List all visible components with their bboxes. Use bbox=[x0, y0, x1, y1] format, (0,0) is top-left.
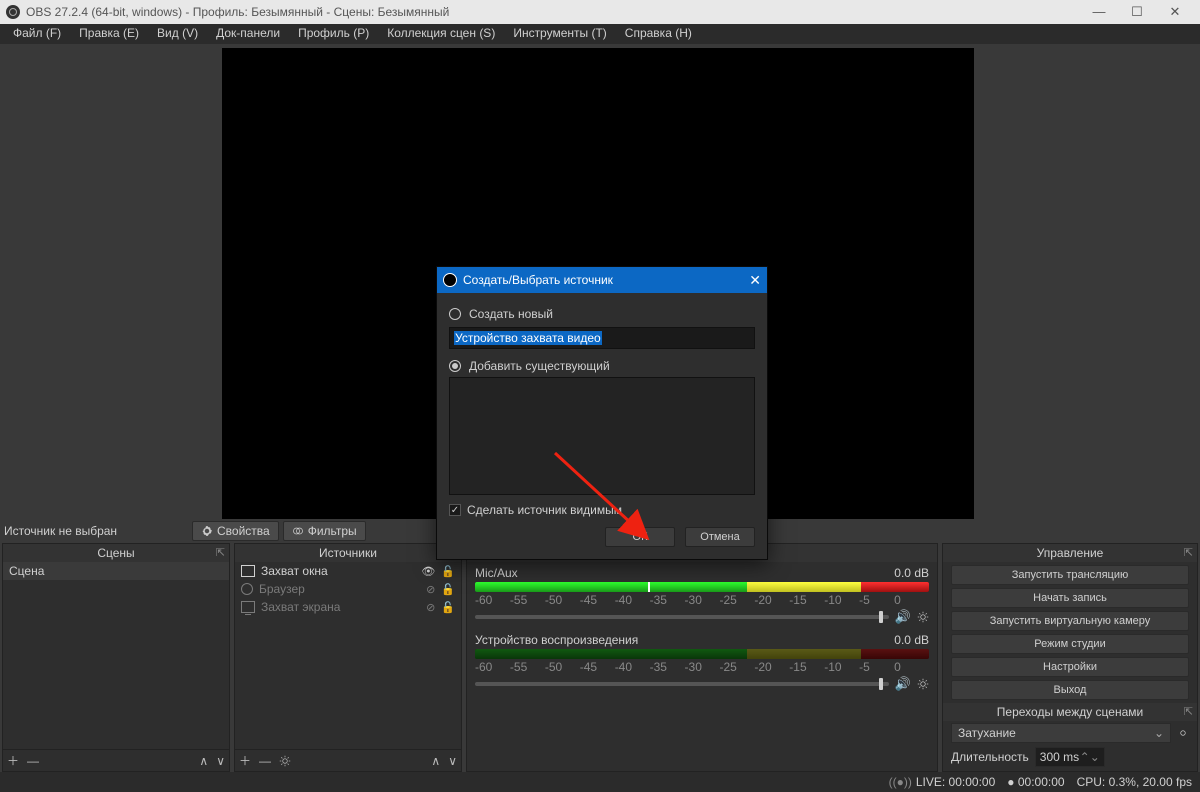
create-source-dialog: Создать/Выбрать источник ✕ Создать новый… bbox=[436, 266, 768, 560]
sources-title: Источники bbox=[319, 546, 377, 560]
globe-icon bbox=[241, 583, 253, 595]
ok-button[interactable]: ОК bbox=[605, 527, 675, 547]
minimize-button[interactable]: — bbox=[1080, 0, 1118, 24]
obs-icon bbox=[443, 273, 457, 287]
speaker-icon[interactable]: 🔊 bbox=[895, 609, 911, 625]
lock-toggle[interactable]: 🔓 bbox=[441, 565, 455, 578]
stepper-icon[interactable]: ⌃⌄ bbox=[1080, 750, 1100, 764]
controls-title: Управление bbox=[1037, 546, 1104, 560]
rec-status: ● 00:00:00 bbox=[1007, 775, 1064, 789]
obs-icon bbox=[6, 5, 20, 19]
audio-meter bbox=[475, 649, 929, 659]
source-down-button[interactable]: ∨ bbox=[448, 754, 457, 768]
remove-scene-button[interactable]: — bbox=[27, 754, 39, 768]
transitions-title: Переходы между сценами bbox=[997, 705, 1143, 719]
source-up-button[interactable]: ∧ bbox=[431, 754, 440, 768]
source-name-input[interactable]: Устройство захвата видео bbox=[449, 327, 755, 349]
close-button[interactable]: ✕ bbox=[1156, 0, 1194, 24]
source-item[interactable]: Захват экрана ⊘ 🔓 bbox=[235, 598, 461, 616]
mixer-channel: Устройство воспроизведения0.0 dB -60-55-… bbox=[467, 629, 937, 696]
make-visible-checkbox[interactable]: ✓ Сделать источник видимым bbox=[449, 503, 755, 517]
create-new-radio[interactable]: Создать новый bbox=[449, 303, 755, 325]
live-status: ((●))LIVE: 00:00:00 bbox=[889, 775, 996, 789]
menu-file[interactable]: Файл (F) bbox=[4, 24, 70, 44]
audio-meter bbox=[475, 582, 929, 592]
window-title: OBS 27.2.4 (64-bit, windows) - Профиль: … bbox=[26, 5, 449, 19]
undock-icon[interactable]: ⇱ bbox=[1184, 546, 1193, 559]
remove-source-button[interactable]: — bbox=[259, 754, 271, 768]
cpu-status: CPU: 0.3%, 20.00 fps bbox=[1077, 775, 1192, 789]
maximize-button[interactable]: ☐ bbox=[1118, 0, 1156, 24]
duration-label: Длительность bbox=[951, 750, 1029, 764]
channel-name: Mic/Aux bbox=[475, 566, 894, 580]
audio-mixer-dock: ⇱ Mic/Aux0.0 dB -60-55-50-45-40-35-30-25… bbox=[466, 543, 938, 772]
statusbar: ((●))LIVE: 00:00:00 ● 00:00:00 CPU: 0.3%… bbox=[0, 772, 1200, 792]
properties-button[interactable]: Свойства bbox=[192, 521, 279, 541]
visibility-toggle[interactable]: ⊘ bbox=[426, 601, 435, 614]
scene-down-button[interactable]: ∨ bbox=[216, 754, 225, 768]
controls-dock: Управление ⇱ Запустить трансляцию Начать з… bbox=[942, 543, 1198, 772]
transition-select[interactable]: Затухание⌄ bbox=[951, 723, 1171, 743]
add-existing-radio[interactable]: Добавить существующий bbox=[449, 355, 755, 377]
screen-icon bbox=[241, 601, 255, 613]
volume-slider[interactable] bbox=[475, 615, 889, 619]
gear-icon[interactable] bbox=[1177, 727, 1189, 739]
duration-input[interactable]: 300 ms⌃⌄ bbox=[1035, 747, 1105, 767]
undock-icon[interactable]: ⇱ bbox=[1184, 705, 1193, 718]
volume-slider[interactable] bbox=[475, 682, 889, 686]
visibility-toggle[interactable]: ⊘ bbox=[426, 583, 435, 596]
menu-profile[interactable]: Профиль (P) bbox=[289, 24, 378, 44]
control-button-1[interactable]: Начать запись bbox=[951, 588, 1189, 608]
menubar: Файл (F) Правка (E) Вид (V) Док-панели П… bbox=[0, 24, 1200, 44]
add-source-button[interactable]: ＋ bbox=[239, 752, 251, 769]
source-item[interactable]: Захват окна 👁 🔓 bbox=[235, 562, 461, 580]
window-icon bbox=[241, 565, 255, 577]
source-settings-button[interactable] bbox=[279, 755, 291, 767]
no-source-label: Источник не выбран bbox=[4, 524, 188, 538]
gear-icon[interactable] bbox=[917, 611, 929, 623]
menu-tools[interactable]: Инструменты (T) bbox=[504, 24, 615, 44]
dialog-title: Создать/Выбрать источник bbox=[463, 273, 613, 287]
control-button-4[interactable]: Настройки bbox=[951, 657, 1189, 677]
chevron-down-icon: ⌄ bbox=[1154, 726, 1164, 740]
existing-sources-list[interactable] bbox=[449, 377, 755, 495]
radio-icon bbox=[449, 308, 461, 320]
menu-edit[interactable]: Правка (E) bbox=[70, 24, 148, 44]
control-button-5[interactable]: Выход bbox=[951, 680, 1189, 700]
undock-icon[interactable]: ⇱ bbox=[216, 546, 225, 559]
radio-icon bbox=[449, 360, 461, 372]
lock-toggle[interactable]: 🔓 bbox=[441, 601, 455, 614]
filter-icon bbox=[292, 525, 304, 537]
source-item[interactable]: Браузер ⊘ 🔓 bbox=[235, 580, 461, 598]
gear-icon bbox=[201, 525, 213, 537]
menu-dock[interactable]: Док-панели bbox=[207, 24, 289, 44]
channel-db: 0.0 dB bbox=[894, 566, 929, 580]
scene-up-button[interactable]: ∧ bbox=[199, 754, 208, 768]
lock-toggle[interactable]: 🔓 bbox=[441, 583, 455, 596]
speaker-icon[interactable]: 🔊 bbox=[895, 676, 911, 692]
scenes-title: Сцены bbox=[97, 546, 134, 560]
filters-button[interactable]: Фильтры bbox=[283, 521, 366, 541]
add-scene-button[interactable]: ＋ bbox=[7, 752, 19, 769]
scenes-dock: Сцены ⇱ Сцена ＋ — ∧ ∨ bbox=[2, 543, 230, 772]
cancel-button[interactable]: Отмена bbox=[685, 527, 755, 547]
control-button-0[interactable]: Запустить трансляцию bbox=[951, 565, 1189, 585]
window-titlebar: OBS 27.2.4 (64-bit, windows) - Профиль: … bbox=[0, 0, 1200, 24]
dialog-titlebar[interactable]: Создать/Выбрать источник ✕ bbox=[437, 267, 767, 293]
sources-dock: Источники⇱ Захват окна 👁 🔓 Браузер ⊘ 🔓 З… bbox=[234, 543, 462, 772]
checkbox-icon: ✓ bbox=[449, 504, 461, 516]
control-button-3[interactable]: Режим студии bbox=[951, 634, 1189, 654]
menu-scenes[interactable]: Коллекция сцен (S) bbox=[378, 24, 504, 44]
channel-name: Устройство воспроизведения bbox=[475, 633, 894, 647]
control-button-2[interactable]: Запустить виртуальную камеру bbox=[951, 611, 1189, 631]
scene-item[interactable]: Сцена bbox=[3, 562, 229, 580]
menu-help[interactable]: Справка (H) bbox=[616, 24, 701, 44]
close-icon[interactable]: ✕ bbox=[749, 272, 761, 289]
channel-db: 0.0 dB bbox=[894, 633, 929, 647]
menu-view[interactable]: Вид (V) bbox=[148, 24, 207, 44]
mixer-channel: Mic/Aux0.0 dB -60-55-50-45-40-35-30-25-2… bbox=[467, 562, 937, 629]
gear-icon[interactable] bbox=[917, 678, 929, 690]
visibility-toggle[interactable]: 👁 bbox=[421, 565, 435, 578]
